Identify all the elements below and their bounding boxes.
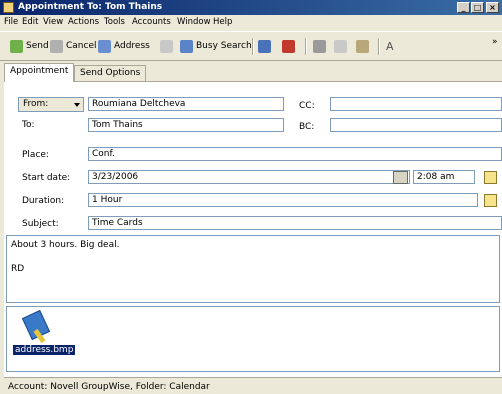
start-date-field[interactable]: 3/23/2006 [88, 170, 410, 184]
paperclip-icon [160, 39, 173, 53]
from-dropdown[interactable]: From: [18, 97, 84, 112]
send-button[interactable]: Send [10, 36, 49, 56]
busy-search-button[interactable]: Busy Search [180, 36, 252, 56]
status-bar: Account: Novell GroupWise, Folder: Calen… [4, 377, 502, 394]
menu-view[interactable]: View [43, 17, 63, 27]
attachment-pane: address.bmp [6, 306, 500, 372]
bc-field[interactable] [330, 118, 502, 132]
place-field[interactable]: Conf. [88, 147, 502, 161]
menu-window[interactable]: Window [177, 17, 211, 27]
spell-check-icon [282, 39, 295, 53]
window-title: Appointment To: Tom Thains [18, 2, 163, 12]
start-time-field[interactable]: 2:08 am [413, 170, 475, 184]
tab-appointment[interactable]: Appointment [4, 63, 75, 82]
calendar-search-icon [180, 39, 193, 53]
to-field[interactable]: Tom Thains [88, 118, 284, 132]
toolbar-separator [305, 38, 307, 55]
chevron-down-icon [74, 103, 80, 107]
attachment-filename[interactable]: address.bmp [13, 345, 76, 355]
send-icon [10, 39, 23, 53]
cancel-icon [50, 39, 63, 53]
toolbar-separator [252, 38, 254, 55]
toolbar: Send Cancel Address Busy Search A » [0, 31, 502, 61]
bc-label: BC: [299, 122, 315, 132]
menu-tools[interactable]: Tools [104, 17, 125, 27]
close-button[interactable]: × [486, 2, 499, 13]
busy-search-label: Busy Search [196, 41, 252, 51]
time-picker-icon[interactable] [484, 171, 497, 184]
chevron-right-icon: » [492, 37, 498, 47]
menu-file[interactable]: File [4, 17, 18, 27]
appointment-icon [3, 2, 14, 13]
paste-icon [356, 39, 369, 53]
tab-send-options[interactable]: Send Options [74, 65, 147, 81]
menu-bar: File Edit View Actions Tools Accounts Wi… [0, 15, 502, 30]
status-text: Account: Novell GroupWise, Folder: Calen… [8, 382, 210, 392]
message-line: RD [11, 264, 25, 274]
menu-accounts[interactable]: Accounts [132, 17, 171, 27]
menu-actions[interactable]: Actions [68, 17, 99, 27]
menu-help[interactable]: Help [213, 17, 232, 27]
cut-button[interactable] [313, 36, 329, 56]
toolbar-overflow-button[interactable]: » [492, 32, 498, 52]
cancel-button[interactable]: Cancel [50, 36, 97, 56]
save-icon [258, 39, 271, 53]
cc-field[interactable] [330, 97, 502, 111]
place-label: Place: [22, 150, 49, 160]
from-field[interactable]: Roumiana Deltcheva [88, 97, 284, 111]
duration-label: Duration: [22, 196, 65, 206]
tab-strip: Appointment Send Options [0, 63, 502, 82]
from-label: From: [23, 99, 49, 109]
cancel-label: Cancel [66, 41, 97, 51]
message-body[interactable]: About 3 hours. Big deal. RD [6, 235, 500, 303]
attach-button[interactable] [160, 36, 176, 56]
subject-label: Subject: [22, 219, 59, 229]
to-label: To: [22, 120, 35, 130]
copy-icon [334, 39, 347, 53]
calendar-picker-icon[interactable] [393, 171, 408, 184]
title-bar[interactable]: Appointment To: Tom Thains _ □ × [0, 0, 502, 15]
menu-edit[interactable]: Edit [22, 17, 38, 27]
appointment-form: From: Roumiana Deltcheva CC: To: Tom Tha… [4, 81, 502, 394]
message-line: About 3 hours. Big deal. [11, 240, 120, 250]
maximize-button[interactable]: □ [471, 2, 484, 13]
scissors-icon [313, 39, 326, 53]
send-label: Send [26, 41, 49, 51]
address-label: Address [114, 41, 150, 51]
font-icon: A [386, 39, 394, 53]
spell-check-button[interactable] [282, 36, 298, 56]
address-book-icon [98, 39, 111, 53]
minimize-button[interactable]: _ [457, 2, 470, 13]
toolbar-separator [378, 38, 380, 55]
duration-field[interactable]: 1 Hour [88, 193, 478, 207]
font-button[interactable]: A [386, 36, 394, 56]
save-button[interactable] [258, 36, 274, 56]
duration-picker-icon[interactable] [484, 194, 497, 207]
cc-label: CC: [299, 101, 315, 111]
appointment-window: Appointment To: Tom Thains _ □ × File Ed… [0, 0, 502, 394]
address-button[interactable]: Address [98, 36, 150, 56]
paste-button[interactable] [356, 36, 372, 56]
bitmap-file-icon[interactable] [21, 309, 51, 344]
copy-button[interactable] [334, 36, 350, 56]
subject-field[interactable]: Time Cards [88, 216, 502, 230]
start-date-label: Start date: [22, 173, 71, 183]
